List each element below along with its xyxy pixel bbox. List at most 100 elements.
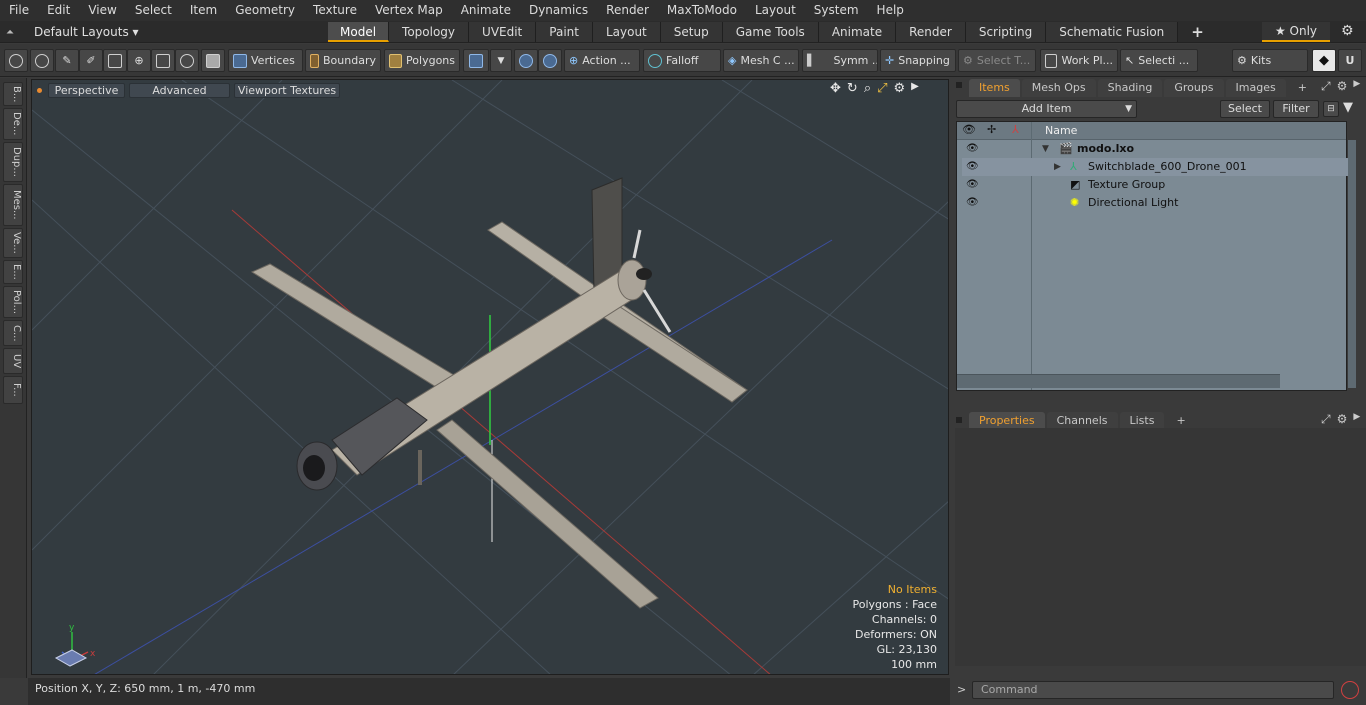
menu-geometry[interactable]: Geometry <box>226 0 304 21</box>
horizontal-scrollbar[interactable] <box>957 374 1280 388</box>
funnel-icon[interactable]: ▼ <box>1343 100 1353 115</box>
menu-animate[interactable]: Animate <box>452 0 520 21</box>
item-mode-button[interactable] <box>463 49 489 72</box>
left-tab-basic[interactable]: B... <box>3 82 23 106</box>
pen-button[interactable]: ✎ <box>55 49 79 72</box>
collapse-button[interactable]: ⊟ <box>1323 101 1339 117</box>
expand-arrow-icon[interactable]: ▼ <box>1042 140 1049 158</box>
tab-scripting[interactable]: Scripting <box>965 22 1047 42</box>
tree-row-texture-group[interactable]: 👁 ◩ Texture Group <box>962 176 1349 194</box>
tree-row-light[interactable]: 👁 ✺ Directional Light <box>962 194 1349 212</box>
record-icon[interactable] <box>1341 681 1359 699</box>
tab-mesh-ops[interactable]: Mesh Ops <box>1021 79 1096 97</box>
select-button[interactable]: Select <box>1220 100 1270 118</box>
menu-render[interactable]: Render <box>597 0 658 21</box>
tab-paint[interactable]: Paint <box>536 22 593 42</box>
visibility-toggle-icon[interactable]: 👁 <box>966 176 979 194</box>
command-input[interactable]: Command <box>972 681 1334 699</box>
panel-maximize-icon[interactable]: ⤢ <box>1321 79 1331 94</box>
left-tab-mesh[interactable]: Mes... <box>3 184 23 226</box>
tab-groups[interactable]: Groups <box>1164 79 1224 97</box>
shield-button[interactable] <box>201 49 225 72</box>
tab-topology[interactable]: Topology <box>389 22 470 42</box>
visibility-toggle-icon[interactable]: 👁 <box>966 194 979 212</box>
globe-button[interactable] <box>30 49 54 72</box>
vertices-button[interactable]: Vertices <box>228 49 303 72</box>
falloff-button[interactable]: Falloff <box>643 49 721 72</box>
left-tab-duplicate[interactable]: Dup... <box>3 142 23 182</box>
align-button[interactable] <box>103 49 127 72</box>
menu-system[interactable]: System <box>805 0 868 21</box>
polygons-button[interactable]: Polygons <box>384 49 460 72</box>
panel-expand-icon[interactable]: ▶ <box>1353 79 1360 94</box>
add-panel-tab-icon[interactable]: + <box>1288 79 1317 97</box>
unity-button[interactable]: ◆ <box>1312 49 1336 72</box>
left-tab-deform[interactable]: De... <box>3 108 23 140</box>
add-tab-icon[interactable]: + <box>1178 22 1217 42</box>
tab-uvedit[interactable]: UVEdit <box>469 22 537 42</box>
left-tab-uv[interactable]: UV <box>3 348 23 374</box>
menu-dynamics[interactable]: Dynamics <box>520 0 597 21</box>
box-button[interactable] <box>151 49 175 72</box>
item-mode-dropdown[interactable]: ▼ <box>490 49 512 72</box>
tab-animate[interactable]: Animate <box>818 22 897 42</box>
pan-icon[interactable]: ✥ <box>830 81 841 96</box>
work-plane-button[interactable]: Work Pl... <box>1040 49 1118 72</box>
properties-expand-icon[interactable]: ▶ <box>1353 412 1360 427</box>
brush-button[interactable]: ✐ <box>79 49 103 72</box>
gear-icon[interactable]: ⚙ <box>1341 23 1354 39</box>
expand-right-icon[interactable]: ▶ <box>911 81 919 96</box>
left-tab-curve[interactable]: C... <box>3 320 23 346</box>
unreal-button[interactable]: U <box>1338 49 1362 72</box>
menu-help[interactable]: Help <box>868 0 913 21</box>
left-tab-fusion[interactable]: F... <box>3 376 23 404</box>
tab-model[interactable]: Model <box>328 22 390 42</box>
material-button[interactable] <box>514 49 538 72</box>
left-tab-edge[interactable]: E... <box>3 260 23 284</box>
add-item-button[interactable]: Add Item ▼ <box>956 100 1137 118</box>
select-t-button[interactable]: ⚙ Select T... <box>958 49 1036 72</box>
menu-select[interactable]: Select <box>126 0 181 21</box>
tab-schematic-fusion[interactable]: Schematic Fusion <box>1046 22 1179 42</box>
tab-items[interactable]: Items <box>969 79 1020 97</box>
viewport-settings-icon[interactable]: ⚙ <box>894 81 906 96</box>
menu-texture[interactable]: Texture <box>304 0 366 21</box>
menu-item[interactable]: Item <box>181 0 226 21</box>
collapse-arrow-icon[interactable]: ▶ <box>1054 158 1061 176</box>
left-tab-vertex[interactable]: Ve... <box>3 228 23 258</box>
3d-viewport[interactable]: y x Perspective Advanced Viewport Textur… <box>31 79 949 675</box>
advanced-button[interactable]: Advanced <box>129 83 230 98</box>
layout-selector[interactable]: ⏶ Default Layouts ▾ <box>6 21 139 43</box>
zoom-icon[interactable]: ⌕ <box>864 81 871 96</box>
menu-vertex-map[interactable]: Vertex Map <box>366 0 452 21</box>
tree-row-scene[interactable]: 👁 ▼ 🎬 modo.lxo <box>962 140 1349 158</box>
menu-maxtomodo[interactable]: MaxToModo <box>658 0 746 21</box>
tab-game-tools[interactable]: Game Tools <box>722 22 819 42</box>
tab-setup[interactable]: Setup <box>660 22 723 42</box>
only-button[interactable]: ★ Only <box>1262 22 1330 42</box>
snapping-button[interactable]: ✛ Snapping <box>880 49 956 72</box>
tree-row-mesh[interactable]: 👁 ▶ ⅄ Switchblade_600_Drone_001 <box>962 158 1349 176</box>
rotate-icon[interactable]: ↻ <box>847 81 858 96</box>
visibility-toggle-icon[interactable]: 👁 <box>966 158 979 176</box>
center-button[interactable]: ⊕ <box>127 49 151 72</box>
tab-layout[interactable]: Layout <box>592 22 661 42</box>
circle-select-button[interactable] <box>4 49 28 72</box>
maximize-icon[interactable]: ⤢ <box>877 81 887 96</box>
selection-button[interactable]: ↖ Selecti ... <box>1120 49 1198 72</box>
perspective-button[interactable]: Perspective <box>48 83 125 98</box>
menu-layout[interactable]: Layout <box>746 0 805 21</box>
left-tab-polygon[interactable]: Pol... <box>3 286 23 318</box>
tab-shading[interactable]: Shading <box>1097 79 1163 97</box>
panel-settings-icon[interactable]: ⚙ <box>1337 79 1348 94</box>
action-button[interactable]: ⊕ Action ... <box>564 49 640 72</box>
tab-render[interactable]: Render <box>896 22 966 42</box>
pie-button[interactable] <box>175 49 199 72</box>
visibility-toggle-icon[interactable]: 👁 <box>966 140 979 158</box>
menu-edit[interactable]: Edit <box>38 0 79 21</box>
menu-view[interactable]: View <box>79 0 125 21</box>
properties-settings-icon[interactable]: ⚙ <box>1337 412 1348 427</box>
properties-maximize-icon[interactable]: ⤢ <box>1321 412 1331 427</box>
boundary-button[interactable]: Boundary <box>305 49 381 72</box>
kits-button[interactable]: ⚙ Kits <box>1232 49 1308 72</box>
